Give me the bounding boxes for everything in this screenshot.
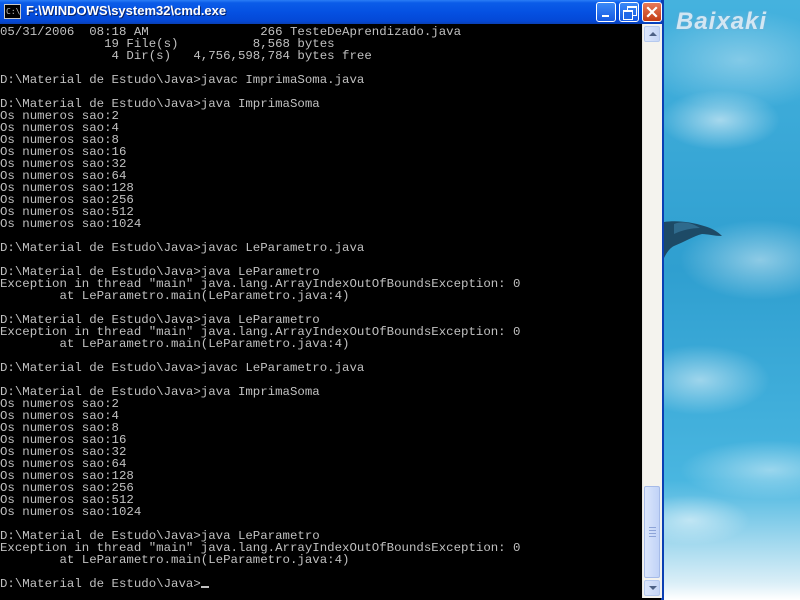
scroll-down-button[interactable] xyxy=(644,580,660,596)
thumb-grip xyxy=(649,530,656,531)
arrow-down-icon xyxy=(649,586,657,590)
console-line: Os numeros sao:1024 xyxy=(0,217,142,231)
console-line: Os numeros sao:1024 xyxy=(0,505,142,519)
scrollbar-thumb[interactable] xyxy=(644,486,660,578)
close-button[interactable] xyxy=(642,2,662,22)
cmd-icon[interactable]: C:\ xyxy=(4,4,21,19)
console-output[interactable]: 05/31/2006 08:18 AM 266 TesteDeAprendiza… xyxy=(0,26,642,598)
console-line: D:\Material de Estudo\Java>javac LeParam… xyxy=(0,361,365,375)
console-line: 4 Dir(s) 4,756,598,784 bytes free xyxy=(0,49,372,63)
restore-button[interactable] xyxy=(619,2,639,22)
scroll-up-button[interactable] xyxy=(644,26,660,42)
console-line: at LeParametro.main(LeParametro.java:4) xyxy=(0,289,350,303)
console-line: D:\Material de Estudo\Java>javac Imprima… xyxy=(0,73,365,87)
cmd-window[interactable]: C:\ F:\WINDOWS\system32\cmd.exe 05/31/20… xyxy=(0,0,664,600)
window-title: F:\WINDOWS\system32\cmd.exe xyxy=(26,3,227,18)
console-line: at LeParametro.main(LeParametro.java:4) xyxy=(0,553,350,567)
text-cursor xyxy=(200,586,209,588)
thumb-grip xyxy=(649,533,656,534)
dolphin-image xyxy=(664,221,722,258)
restore-icon-front xyxy=(623,10,633,20)
close-icon xyxy=(646,6,658,18)
title-bar[interactable]: C:\ F:\WINDOWS\system32\cmd.exe xyxy=(0,0,662,24)
vertical-scrollbar[interactable] xyxy=(642,24,662,598)
arrow-up-icon xyxy=(649,32,657,36)
console-line: D:\Material de Estudo\Java>javac LeParam… xyxy=(0,241,365,255)
thumb-grip xyxy=(649,527,656,528)
watermark-logo: Baixaki xyxy=(676,8,768,35)
console-line: D:\Material de Estudo\Java> xyxy=(0,578,642,590)
console-line: at LeParametro.main(LeParametro.java:4) xyxy=(0,337,350,351)
minimize-button[interactable] xyxy=(596,2,616,22)
thumb-grip xyxy=(649,536,656,537)
minimize-icon xyxy=(602,15,609,17)
